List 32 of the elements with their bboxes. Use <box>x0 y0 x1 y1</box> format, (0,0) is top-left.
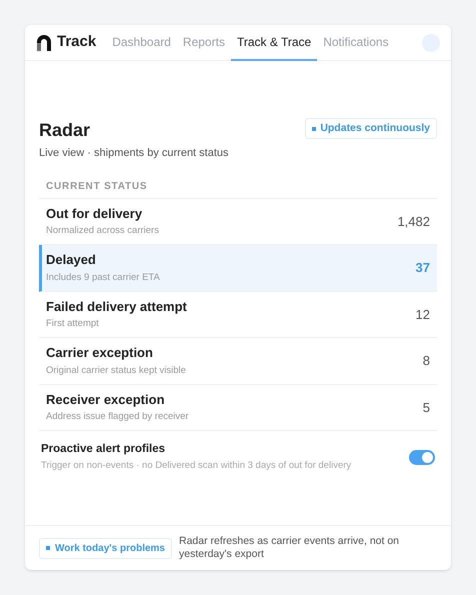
status-detail: Address issue flagged by receiver <box>46 410 189 424</box>
toggle-switch[interactable] <box>409 450 435 465</box>
logo-icon <box>36 34 52 50</box>
status-row[interactable]: Delayed Includes 9 past carrier ETA 37 <box>39 245 437 292</box>
brand-name: Track <box>57 32 96 52</box>
alert-title: Proactive alert profiles <box>41 442 166 457</box>
status-count: 12 <box>416 306 430 324</box>
status-count: 1,482 <box>397 212 430 230</box>
status-count: 8 <box>422 352 430 370</box>
status-row[interactable]: Failed delivery attempt First attempt 12 <box>39 292 437 338</box>
status-detail: Includes 9 past carrier ETA <box>46 270 160 285</box>
section-label: CURRENT STATUS <box>39 178 437 198</box>
status-detail: Original carrier status kept visible <box>46 364 186 378</box>
status-title: Out for delivery <box>46 204 144 223</box>
status-detail: First attempt <box>46 317 100 332</box>
status-title: Failed delivery attempt <box>46 298 187 316</box>
status-row[interactable]: Carrier exception Original carrier status kept visible 8 <box>39 338 437 384</box>
status-count: 5 <box>422 398 430 416</box>
status-detail: Normalized across carriers <box>46 224 159 238</box>
status-badge: Updates continuously <box>305 118 437 139</box>
page-title: Radar <box>39 119 92 142</box>
status-count: 37 <box>416 259 430 277</box>
page-subtitle: Live view · shipments by current status <box>39 146 229 161</box>
status-title: Carrier exception <box>46 344 154 362</box>
footer-note: Radar refreshes as carrier events arrive, not on yesterday's export <box>179 535 400 561</box>
alert-detail: Trigger on non-events · no Delivered scan within 3 days of out for delivery <box>41 459 352 474</box>
square-icon <box>46 546 50 550</box>
square-icon <box>312 126 316 130</box>
status-row[interactable]: Receiver exception Address issue flagged by receiver 5 <box>39 384 437 431</box>
nav-tab[interactable]: Track & Trace <box>230 24 318 60</box>
status-title: Delayed <box>46 251 97 270</box>
status-title: Receiver exception <box>46 390 166 409</box>
